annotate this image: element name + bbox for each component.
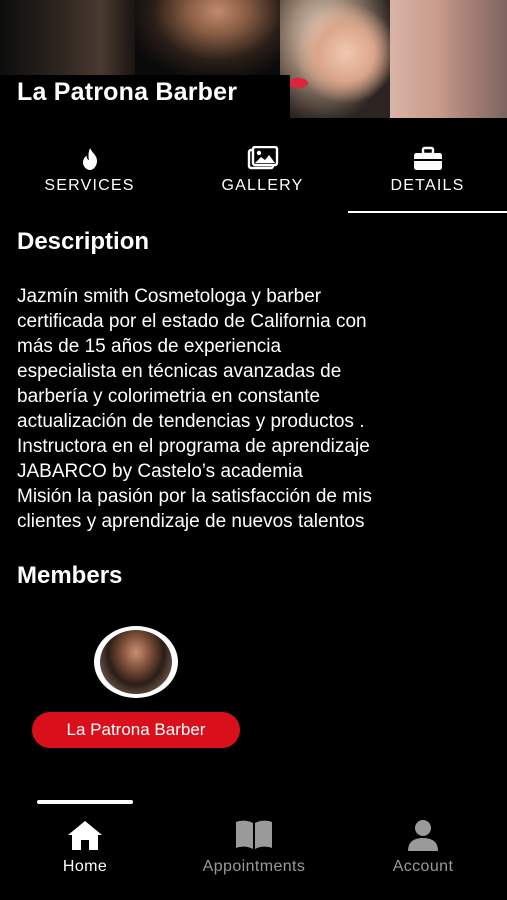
nav-account-label: Account	[392, 858, 454, 875]
description-heading: Description	[17, 228, 150, 255]
tab-details[interactable]: DETAILS	[348, 140, 507, 214]
nav-account[interactable]: Account	[380, 818, 466, 876]
active-tab-indicator	[348, 211, 507, 213]
nav-appointments-label: Appointments	[202, 858, 306, 875]
member-photo	[100, 630, 172, 694]
tab-gallery-label: GALLERY	[221, 177, 304, 194]
description-text: Jazmín smith Cosmetologa y barber certif…	[17, 286, 372, 532]
image-icon	[247, 146, 278, 170]
shop-title: La Patrona Barber	[17, 78, 238, 106]
person-icon	[408, 820, 438, 851]
tab-services-label: SERVICES	[44, 177, 135, 194]
briefcase-icon	[413, 146, 442, 170]
banner-photo-detail	[288, 78, 308, 88]
banner-photo-3	[280, 0, 390, 118]
nav-home-label: Home	[62, 858, 108, 875]
banner-photo-4	[390, 0, 507, 118]
members-heading: Members	[17, 562, 123, 589]
banner-photo-1	[0, 0, 135, 75]
nav-home[interactable]: Home	[45, 818, 125, 876]
nav-appointments[interactable]: Appointments	[184, 818, 324, 876]
book-icon	[236, 820, 272, 849]
tab-gallery[interactable]: GALLERY	[190, 140, 335, 214]
tab-services[interactable]: SERVICES	[17, 140, 162, 214]
home-icon	[68, 821, 102, 850]
tab-details-label: DETAILS	[390, 177, 465, 194]
nav-active-indicator	[37, 800, 133, 804]
banner-photo-2	[135, 0, 285, 75]
flame-icon	[82, 148, 97, 170]
member-name-badge[interactable]: La Patrona Barber	[32, 712, 240, 748]
tab-bar: SERVICES GALLERY DETAILS	[0, 140, 507, 214]
member-avatar[interactable]	[94, 626, 178, 698]
